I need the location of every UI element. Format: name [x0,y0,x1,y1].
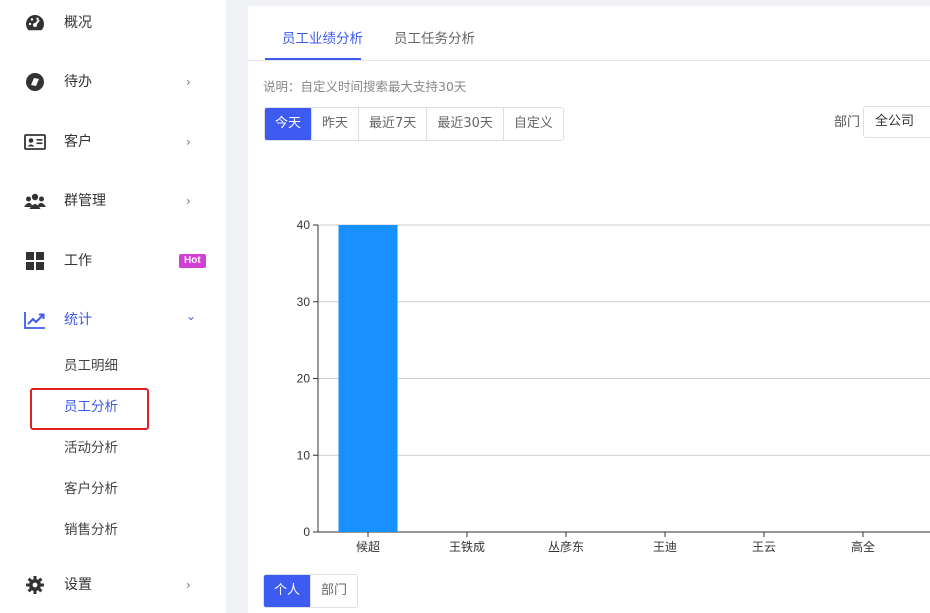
sidebar-subitem-customer-analysis[interactable]: 客户分析 [64,479,118,499]
grid-icon [24,251,46,271]
y-tick-label: 40 [297,218,311,232]
sidebar-item-todo[interactable]: 待办 › [0,62,226,102]
x-tick-label: 王铁成 [449,540,485,554]
x-tick-label: 候超 [356,539,380,554]
filter-today-button[interactable]: 今天 [265,108,313,140]
x-tick-label: 王迪 [653,540,677,554]
tab-employee-performance[interactable]: 员工业绩分析 [282,30,363,48]
sidebar-item-label: 概况 [64,15,92,31]
x-tick-label: 高全 [851,539,875,554]
content-gutter [226,0,248,613]
tab-bar: 员工业绩分析 员工任务分析 [248,6,930,61]
y-tick-label: 0 [303,525,310,539]
sidebar-item-statistics[interactable]: 统计 ⌄ [0,300,226,340]
sidebar-item-label: 客户 [64,134,92,150]
view-individual-button[interactable]: 个人 [264,575,312,607]
tab-active-indicator [265,58,361,60]
sidebar-item-overview[interactable]: 概况 [0,3,226,43]
trend-chart-icon [24,310,46,330]
sidebar-item-settings[interactable]: 设置 › [0,565,226,605]
sidebar-item-label: 待办 [64,74,92,90]
chevron-down-icon: ⌄ [186,309,197,323]
filter-custom-button[interactable]: 自定义 [503,108,563,140]
chevron-right-icon: › [186,75,191,89]
tab-employee-tasks[interactable]: 员工任务分析 [394,30,475,48]
x-tick-label: 丛彦东 [548,539,584,554]
gear-icon [24,575,46,595]
sidebar-item-label: 设置 [64,577,92,593]
sidebar: 概况 待办 › 客户 › 群管理 › 工作 Hot 统计 ⌄ 员工明细 员工分析… [0,0,226,613]
sidebar-item-label: 统计 [64,312,92,328]
hot-badge: Hot [179,254,206,268]
search-note: 说明：自定义时间搜索最大支持30天 [263,79,467,94]
chart-bar [338,225,398,532]
department-label: 部门 [834,115,861,130]
todo-icon [24,72,46,92]
sidebar-item-label: 群管理 [64,193,106,209]
y-tick-label: 10 [297,448,311,462]
dashboard-icon [24,13,46,33]
x-tick-label: 王云 [752,540,776,554]
sidebar-subitem-employee-detail[interactable]: 员工明细 [64,356,118,376]
group-icon [24,191,46,211]
main-panel: 员工业绩分析 员工任务分析 说明：自定义时间搜索最大支持30天 今天 昨天 最近… [248,6,930,613]
y-tick-label: 20 [297,372,311,386]
sidebar-subitem-sales-analysis[interactable]: 销售分析 [64,520,118,540]
date-filter-group: 今天 昨天 最近7天 最近30天 自定义 [264,107,564,141]
sidebar-item-group-management[interactable]: 群管理 › [0,181,226,221]
chevron-right-icon: › [186,578,191,592]
sidebar-subitem-activity-analysis[interactable]: 活动分析 [64,438,118,458]
sidebar-item-label: 工作 [64,253,92,269]
performance-bar-chart: 0 10 20 30 40 候超 王铁成 丛彦东 王迪 王云 高全 [297,218,930,554]
view-department-button[interactable]: 部门 [311,575,358,607]
chevron-right-icon: › [186,135,191,149]
filter-yesterday-button[interactable]: 昨天 [312,108,360,140]
department-select[interactable]: 全公司 [863,106,930,138]
sidebar-item-customer[interactable]: 客户 › [0,122,226,162]
highlight-box [30,388,149,430]
view-toggle-group: 个人 部门 [263,574,359,608]
filter-last-7-days-button[interactable]: 最近7天 [359,108,428,140]
filter-last-30-days-button[interactable]: 最近30天 [427,108,504,140]
contact-card-icon [24,132,46,152]
chevron-right-icon: › [186,194,191,208]
y-tick-label: 30 [297,295,311,309]
